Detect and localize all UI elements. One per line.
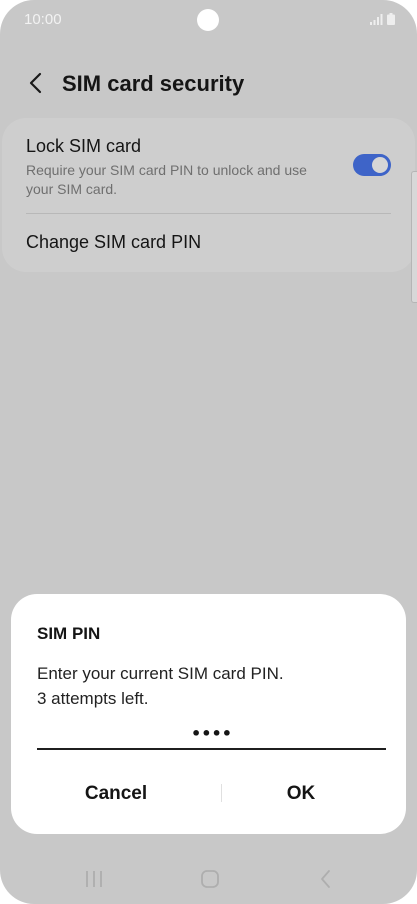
- dialog-message-line-2: 3 attempts left.: [37, 689, 149, 708]
- camera-cutout: [197, 9, 219, 31]
- lock-sim-card-description: Require your SIM card PIN to unlock and …: [26, 162, 307, 197]
- toggle-knob: [372, 157, 388, 173]
- change-sim-card-pin-row[interactable]: Change SIM card PIN: [2, 214, 415, 272]
- recents-button[interactable]: [79, 866, 109, 892]
- lock-sim-card-toggle[interactable]: [353, 154, 391, 176]
- lock-sim-card-title: Lock SIM card: [26, 136, 142, 156]
- lock-sim-card-row[interactable]: Lock SIM card Require your SIM card PIN …: [2, 118, 415, 213]
- app-header: SIM card security: [0, 62, 417, 106]
- home-icon: [201, 870, 219, 888]
- recents-icon: [86, 871, 102, 887]
- back-icon: [321, 870, 330, 888]
- dialog-message-line-1: Enter your current SIM card PIN.: [37, 664, 284, 683]
- navigation-bar: [0, 858, 417, 900]
- scroll-handle[interactable]: [411, 171, 417, 303]
- signal-icon: [370, 14, 383, 25]
- ok-button[interactable]: OK: [221, 778, 381, 810]
- back-button[interactable]: [22, 68, 52, 98]
- cancel-button[interactable]: Cancel: [11, 778, 221, 810]
- status-time: 10:00: [24, 11, 62, 28]
- sim-pin-dialog: SIM PIN Enter your current SIM card PIN.…: [11, 594, 406, 834]
- chevron-left-icon: [29, 72, 42, 94]
- nav-back-button[interactable]: [311, 866, 341, 892]
- status-bar: 10:00: [0, 0, 417, 40]
- dialog-actions: Cancel OK: [11, 778, 406, 810]
- phone-screen: 10:00 SIM card security Lock SIM card Re…: [0, 0, 417, 904]
- change-sim-card-pin-label: Change SIM card PIN: [26, 232, 202, 252]
- dialog-message: Enter your current SIM card PIN. 3 attem…: [37, 661, 284, 711]
- home-button[interactable]: [195, 866, 225, 892]
- dialog-title: SIM PIN: [37, 624, 101, 643]
- settings-card: Lock SIM card Require your SIM card PIN …: [2, 118, 415, 272]
- status-icons: [370, 13, 395, 25]
- battery-icon: [387, 13, 395, 25]
- pin-input[interactable]: [37, 718, 386, 750]
- page-title: SIM card security: [62, 71, 245, 96]
